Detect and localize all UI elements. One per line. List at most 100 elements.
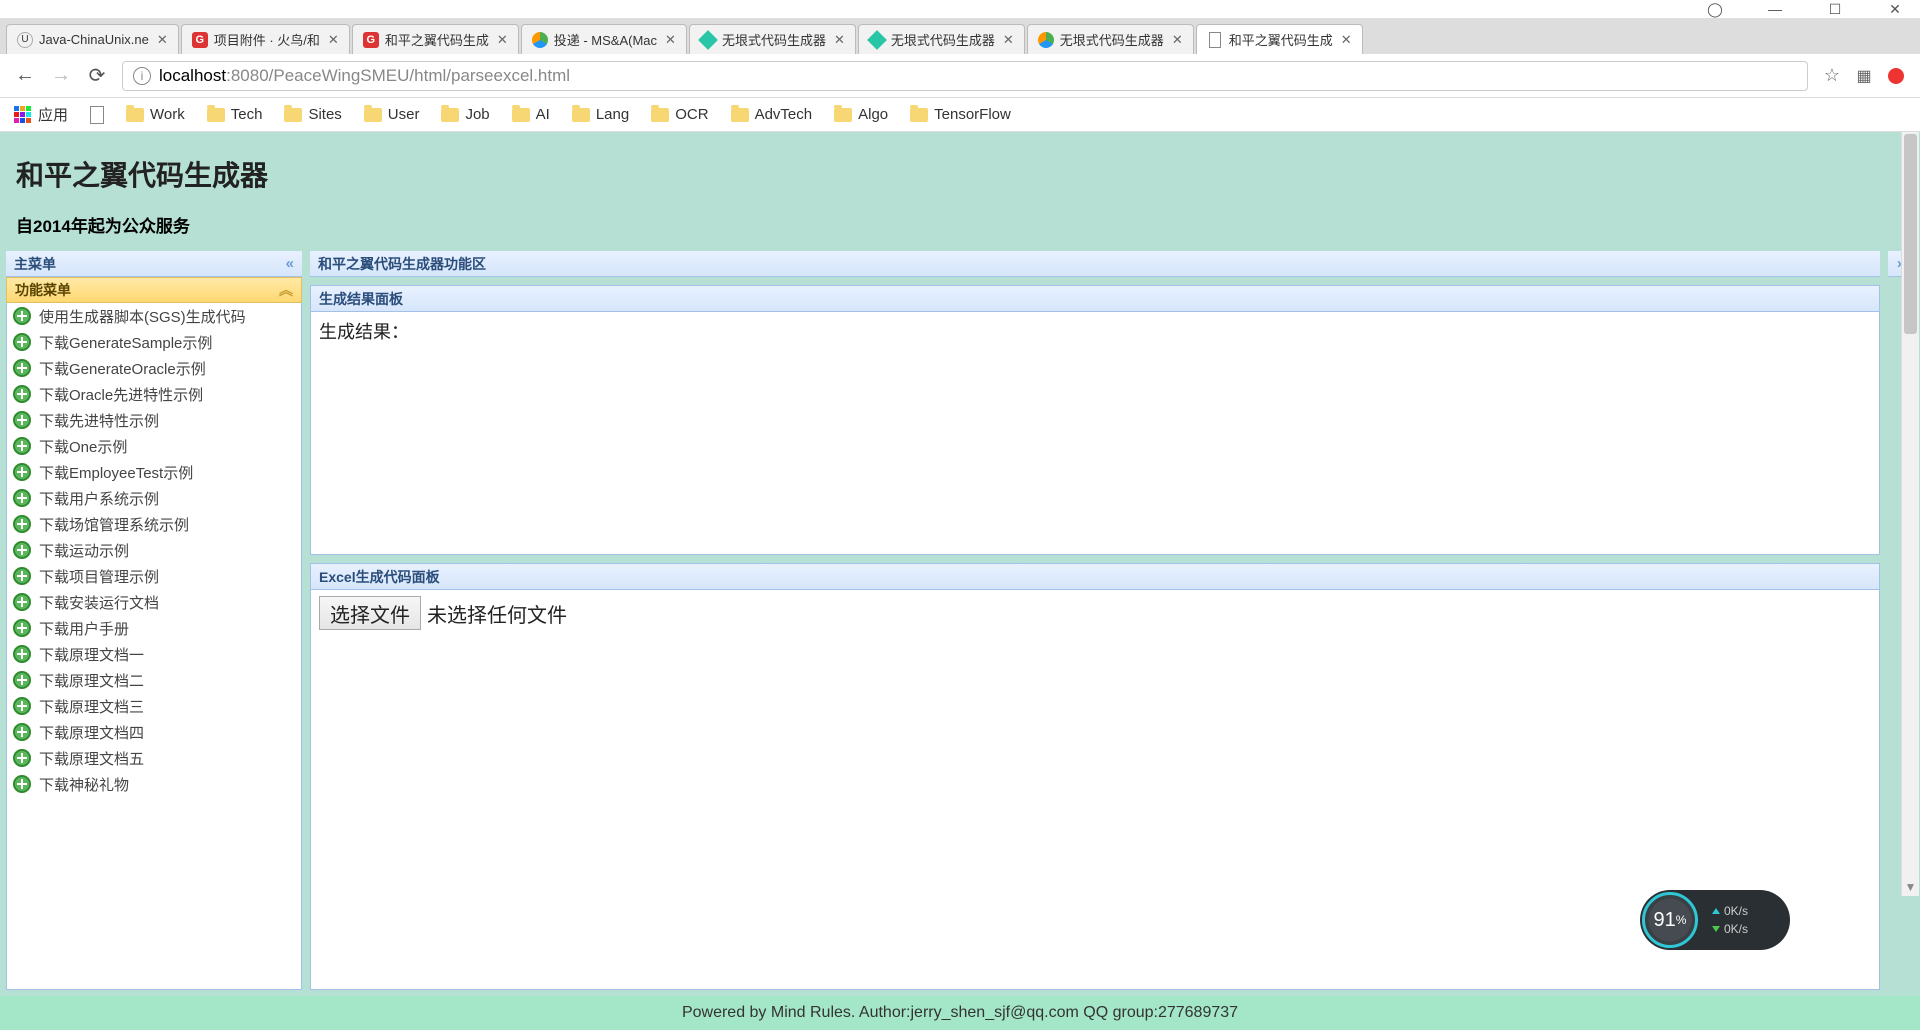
site-info-icon[interactable]: i	[133, 67, 151, 85]
bookmark-folder[interactable]: OCR	[651, 106, 708, 123]
sidebar-menu-label: 下载GenerateSample示例	[39, 332, 212, 353]
plus-icon	[13, 567, 31, 585]
folder-icon	[572, 108, 590, 122]
close-icon[interactable]: ✕	[1172, 32, 1183, 48]
collapse-left-icon[interactable]: «	[286, 255, 294, 272]
folder-icon	[512, 108, 530, 122]
sidebar-menu-item[interactable]: 下载One示例	[7, 433, 301, 459]
plus-icon	[13, 463, 31, 481]
sidebar-menu-item[interactable]: 下载运动示例	[7, 537, 301, 563]
vertical-scrollbar[interactable]: ▲ ▼	[1901, 132, 1919, 896]
plus-icon	[13, 723, 31, 741]
page-content: 和平之翼代码生成器 自2014年起为公众服务 主菜单 « 功能菜单 ︽ 使用生成…	[0, 132, 1920, 1030]
sidebar-menu-item[interactable]: 下载用户系统示例	[7, 485, 301, 511]
plus-icon	[13, 411, 31, 429]
bookmark-folder[interactable]: Algo	[834, 106, 888, 123]
close-icon[interactable]: ✕	[157, 32, 168, 48]
browser-tab[interactable]: UJava-ChinaUnix.ne✕	[6, 24, 179, 54]
choose-file-button[interactable]: 选择文件	[319, 596, 421, 630]
extension-icon[interactable]: ▦	[1854, 66, 1874, 86]
sidebar-menu-item[interactable]: 下载原理文档四	[7, 719, 301, 745]
bookmark-star-icon[interactable]: ☆	[1822, 66, 1842, 86]
folder-icon	[126, 108, 144, 122]
plus-icon	[13, 515, 31, 533]
sidebar-menu-item[interactable]: 下载安装运行文档	[7, 589, 301, 615]
extension-icon-red[interactable]	[1886, 66, 1906, 86]
browser-tab[interactable]: 无垠式代码生成器✕	[858, 24, 1025, 54]
bookmark-folder[interactable]: TensorFlow	[910, 106, 1011, 123]
tab-title: 无垠式代码生成器	[1060, 30, 1164, 49]
plus-icon	[13, 541, 31, 559]
tab-title: 无垠式代码生成器	[722, 30, 826, 49]
close-window-button[interactable]: ✕	[1880, 1, 1910, 18]
sidebar-menu-label: 下载Oracle先进特性示例	[39, 384, 203, 405]
left-sidebar: 主菜单 « 功能菜单 ︽ 使用生成器脚本(SGS)生成代码下载GenerateS…	[6, 251, 302, 990]
sidebar-menu-item[interactable]: 下载原理文档五	[7, 745, 301, 771]
sidebar-menu-item[interactable]: 下载原理文档一	[7, 641, 301, 667]
sidebar-main-header[interactable]: 主菜单 «	[6, 251, 302, 277]
sidebar-accordion-header[interactable]: 功能菜单 ︽	[6, 277, 302, 303]
sidebar-menu-item[interactable]: 下载原理文档三	[7, 693, 301, 719]
sidebar-menu-label: 下载项目管理示例	[39, 566, 159, 587]
plus-icon	[13, 671, 31, 689]
forward-button[interactable]: →	[50, 64, 72, 87]
user-account-icon[interactable]: ◯	[1700, 1, 1730, 18]
close-icon[interactable]: ✕	[497, 32, 508, 48]
browser-tab[interactable]: 投递 - MS&A(Mac✕	[521, 24, 687, 54]
sidebar-menu-item[interactable]: 使用生成器脚本(SGS)生成代码	[7, 303, 301, 329]
sidebar-menu-label: 下载运动示例	[39, 540, 129, 561]
bookmark-folder[interactable]: AI	[512, 106, 550, 123]
sidebar-menu-label: 使用生成器脚本(SGS)生成代码	[39, 306, 246, 327]
sidebar-menu-item[interactable]: 下载场馆管理系统示例	[7, 511, 301, 537]
main-area: 和平之翼代码生成器功能区 生成结果面板 生成结果： Excel生成代码面板 选择…	[310, 251, 1880, 990]
tab-title: Java-ChinaUnix.ne	[39, 32, 149, 47]
browser-tab[interactable]: 无垠式代码生成器 ✕	[689, 24, 856, 54]
network-monitor-widget[interactable]: 91% 0K/s 0K/s	[1640, 890, 1790, 950]
back-button[interactable]: ←	[14, 64, 36, 87]
sidebar-menu-item[interactable]: 下载项目管理示例	[7, 563, 301, 589]
url-input[interactable]: i localhost:8080/PeaceWingSMEU/html/pars…	[122, 61, 1808, 91]
sidebar-menu-label: 下载场馆管理系统示例	[39, 514, 189, 535]
page-title: 和平之翼代码生成器	[16, 154, 1904, 194]
folder-icon	[284, 108, 302, 122]
sidebar-menu-item[interactable]: 下载GenerateOracle示例	[7, 355, 301, 381]
browser-tab-active[interactable]: 和平之翼代码生成✕	[1196, 24, 1363, 54]
scroll-down-icon[interactable]: ▼	[1902, 878, 1919, 896]
new-tab-button[interactable]	[1365, 34, 1385, 54]
close-icon[interactable]: ✕	[834, 32, 845, 48]
close-icon[interactable]: ✕	[1003, 32, 1014, 48]
bookmark-folder[interactable]: Job	[441, 106, 489, 123]
bookmark-item[interactable]	[90, 106, 104, 124]
bookmark-folder[interactable]: Work	[126, 106, 185, 123]
bookmarks-bar: 应用 Work Tech Sites User Job AI Lang OCR …	[0, 98, 1920, 132]
collapse-up-icon[interactable]: ︽	[279, 280, 293, 300]
reload-button[interactable]: ⟳	[86, 63, 108, 88]
bookmark-folder[interactable]: AdvTech	[731, 106, 813, 123]
sidebar-menu-item[interactable]: 下载用户手册	[7, 615, 301, 641]
sidebar-menu-item[interactable]: 下载Oracle先进特性示例	[7, 381, 301, 407]
url-path: :8080/PeaceWingSMEU/html/parseexcel.html	[226, 66, 570, 86]
bookmark-folder[interactable]: Tech	[207, 106, 263, 123]
bookmark-folder[interactable]: Lang	[572, 106, 629, 123]
maximize-button[interactable]: ☐	[1820, 1, 1850, 18]
page-subtitle: 自2014年起为公众服务	[16, 212, 1904, 237]
apps-button[interactable]: 应用	[14, 104, 68, 125]
sidebar-menu-item[interactable]: 下载GenerateSample示例	[7, 329, 301, 355]
browser-tab[interactable]: G和平之翼代码生成✕	[352, 24, 519, 54]
close-icon[interactable]: ✕	[328, 32, 339, 48]
browser-tab[interactable]: G项目附件 · 火鸟/和✕	[181, 24, 350, 54]
sidebar-menu-item[interactable]: 下载先进特性示例	[7, 407, 301, 433]
minimize-button[interactable]: —	[1760, 1, 1790, 17]
result-panel-header: 生成结果面板	[311, 286, 1879, 312]
sidebar-menu-item[interactable]: 下载神秘礼物	[7, 771, 301, 797]
apps-label: 应用	[38, 104, 68, 125]
sidebar-menu-item[interactable]: 下载EmployeeTest示例	[7, 459, 301, 485]
bookmark-folder[interactable]: Sites	[284, 106, 341, 123]
close-icon[interactable]: ✕	[665, 32, 676, 48]
page-header: 和平之翼代码生成器 自2014年起为公众服务	[0, 132, 1920, 245]
browser-tab[interactable]: 无垠式代码生成器 ✕	[1027, 24, 1194, 54]
bookmark-folder[interactable]: User	[364, 106, 420, 123]
scrollbar-thumb[interactable]	[1904, 134, 1917, 334]
sidebar-menu-item[interactable]: 下载原理文档二	[7, 667, 301, 693]
close-icon[interactable]: ✕	[1341, 32, 1352, 48]
